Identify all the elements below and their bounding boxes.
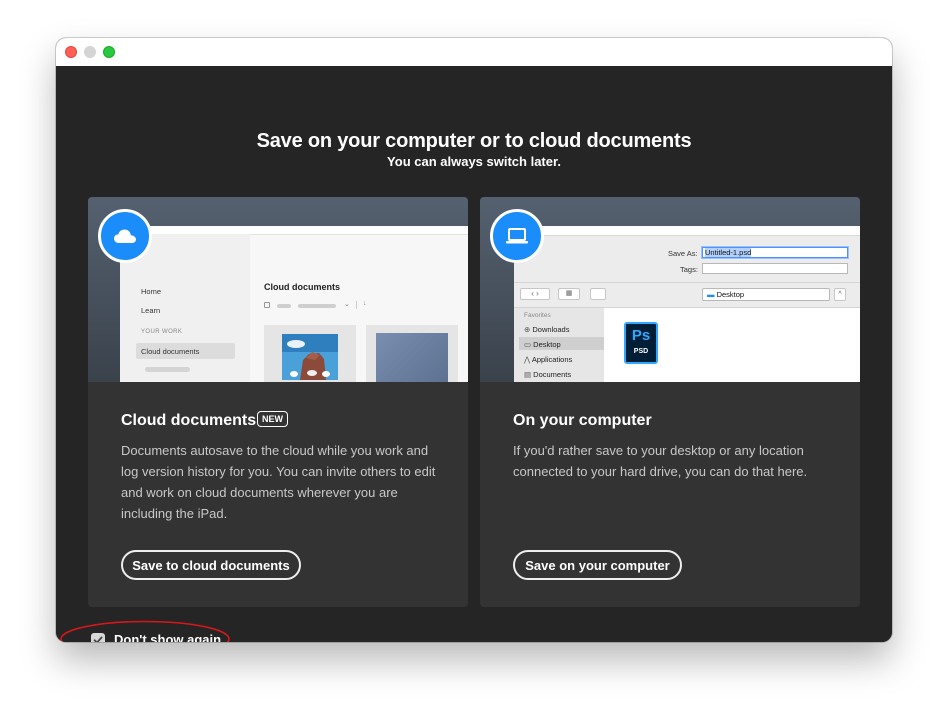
laptop-icon	[506, 228, 528, 244]
on-your-computer-card[interactable]: Save As: Untitled-1.psd Tags: ‹ › ▦ ▬ De…	[480, 197, 860, 607]
cloud-preview-window: Home Learn YOUR WORK Cloud documents Clo…	[120, 226, 468, 382]
preview-save-as-label: Save As:	[668, 249, 698, 258]
annotation-ellipse	[60, 620, 230, 642]
preview-tags-label: Tags:	[680, 265, 698, 274]
cloud-documents-title: Cloud documents	[121, 412, 257, 429]
preview-nav-learn: Learn	[141, 306, 161, 315]
cloud-badge	[98, 209, 152, 263]
on-your-computer-preview: Save As: Untitled-1.psd Tags: ‹ › ▦ ▬ De…	[480, 197, 860, 382]
dialog-heading: Save on your computer or to cloud docume…	[256, 130, 692, 152]
psd-file-icon: Ps PSD	[624, 322, 658, 364]
computer-badge	[490, 209, 544, 263]
cloud-documents-description: Documents autosave to the cloud while yo…	[121, 443, 436, 521]
cloud-documents-card[interactable]: Home Learn YOUR WORK Cloud documents Clo…	[88, 197, 468, 607]
preview-section-label: YOUR WORK	[141, 329, 183, 335]
on-your-computer-title: On your computer	[513, 412, 652, 429]
zoom-window-button[interactable]	[103, 46, 115, 58]
preview-tags-field	[702, 263, 848, 274]
cloud-icon	[114, 229, 136, 243]
preview-favorite-downloads: ⊕ Downloads	[524, 325, 570, 334]
preview-favorite-desktop: ▭ Desktop	[524, 340, 561, 349]
preview-favorites-sidebar: Favorites ⊕ Downloads ▭ Desktop ⋀ Applic…	[514, 308, 604, 382]
save-dialog-window: Save on your computer or to cloud docume…	[56, 38, 892, 642]
preview-favorite-applications: ⋀ Applications	[524, 355, 573, 364]
title-bar	[56, 38, 892, 66]
save-as-dialog-preview: Save As: Untitled-1.psd Tags: ‹ › ▦ ▬ De…	[514, 226, 860, 382]
preview-thumbnail-gradient	[366, 325, 458, 382]
cloud-documents-preview: Home Learn YOUR WORK Cloud documents Clo…	[88, 197, 468, 382]
close-window-button[interactable]	[65, 46, 77, 58]
preview-save-as-field: Untitled-1.psd	[701, 246, 849, 259]
save-on-computer-button[interactable]: Save on your computer	[513, 550, 682, 580]
minimize-window-button[interactable]	[84, 46, 96, 58]
preview-thumbnail-photo	[264, 325, 356, 382]
preview-favorite-documents: ▤ Documents	[524, 370, 572, 379]
preview-location-select: ▬ Desktop	[702, 288, 830, 301]
dialog-subheading: You can always switch later.	[387, 154, 561, 169]
preview-main-title: Cloud documents	[264, 282, 340, 292]
dialog-content: Save on your computer or to cloud docume…	[56, 66, 892, 642]
new-badge: NEW	[257, 411, 288, 427]
on-your-computer-description: If you'd rather save to your desktop or …	[513, 443, 808, 479]
save-to-cloud-button[interactable]: Save to cloud documents	[121, 550, 301, 580]
preview-nav-cloud-documents: Cloud documents	[141, 347, 200, 356]
preview-nav-home: Home	[141, 287, 162, 296]
